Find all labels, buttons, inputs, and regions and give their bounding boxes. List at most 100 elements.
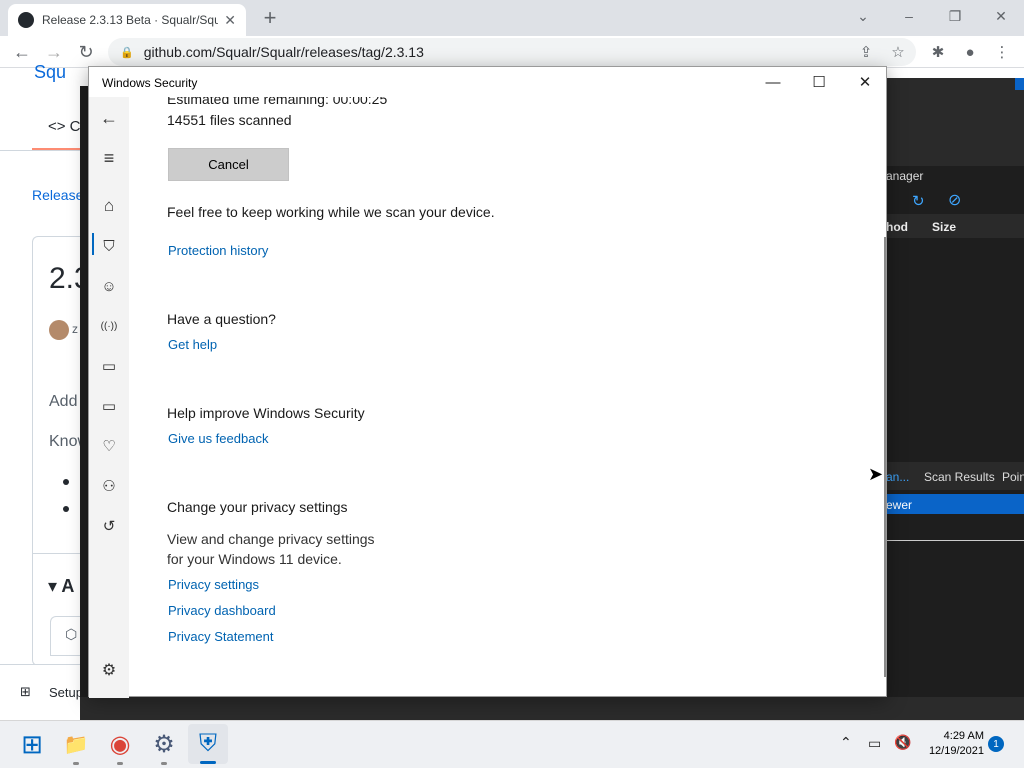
background-app-bottom (80, 697, 1024, 720)
method-column: hod (886, 220, 908, 234)
history-icon[interactable]: ↺ (89, 513, 129, 539)
back-arrow-icon[interactable]: ← (89, 105, 129, 131)
squalr-app-icon[interactable]: ⚙ (148, 728, 180, 760)
estimated-time: Estimated time remaining: 00:00:25 (167, 97, 388, 107)
start-button-icon[interactable]: ⊞ (16, 728, 48, 760)
close-button[interactable]: ✕ (842, 67, 888, 97)
feedback-link[interactable]: Give us feedback (168, 431, 268, 446)
assets-heading[interactable]: ▾ A (48, 576, 74, 597)
cancel-button[interactable]: Cancel (168, 148, 289, 181)
device-security-icon[interactable]: ▭ (89, 393, 129, 419)
settings-gear-icon[interactable]: ⚙ (89, 657, 129, 683)
package-icon: ⬡ (65, 626, 78, 642)
dark-app-header (886, 78, 1024, 166)
avatar (49, 320, 69, 340)
browser-restore-button[interactable]: ❐ (932, 4, 978, 28)
forward-button[interactable]: → (42, 40, 66, 64)
setup-download[interactable]: Setup (49, 685, 83, 700)
privacy-dashboard-link[interactable]: Privacy dashboard (168, 603, 276, 618)
notification-badge[interactable]: 1 (988, 736, 1004, 752)
browser-tab[interactable]: Release 2.3.13 Beta · Squalr/Squa ✕ (8, 4, 246, 36)
shield-icon[interactable]: ⛉ (89, 233, 129, 259)
get-help-link[interactable]: Get help (168, 337, 217, 352)
add-text: Add (49, 393, 78, 410)
improve-heading: Help improve Windows Security (167, 405, 365, 421)
browser-menu-icon[interactable]: ⋮ (990, 40, 1014, 64)
extensions-icon[interactable]: ✱ (926, 40, 950, 64)
nav-rail: ← ≡ ⌂ ⛉ ☺ ((·)) ▭ ▭ ♡ ⚇ ↺ ⚙ (89, 97, 129, 698)
bullet (63, 479, 69, 485)
new-tab-button[interactable]: + (256, 4, 284, 32)
releases-link[interactable]: Release (32, 187, 83, 203)
device-health-icon[interactable]: ♡ (89, 433, 129, 459)
home-icon[interactable]: ⌂ (89, 193, 129, 219)
window-title: Windows Security (102, 76, 198, 90)
chrome-icon[interactable]: ◉ (104, 728, 136, 760)
minimize-button[interactable]: — (750, 67, 796, 97)
privacy-desc-line2: for your Windows 11 device. (167, 551, 342, 567)
scan-tab[interactable]: an... (886, 470, 909, 484)
files-scanned: 14551 files scanned (167, 112, 292, 128)
scan-results-tab[interactable]: Scan Results (924, 470, 995, 484)
windows-security-icon[interactable]: ⛨ (192, 728, 224, 760)
mouse-cursor-icon: ➤ (868, 464, 884, 484)
account-icon[interactable]: ☺ (89, 273, 129, 299)
share-icon[interactable]: ⇪ (854, 40, 878, 64)
bookmark-star-icon[interactable]: ☆ (886, 40, 910, 64)
repo-name[interactable]: Squ (34, 62, 66, 83)
browser-minimize-button[interactable]: – (886, 4, 932, 28)
running-indicator (117, 762, 123, 765)
viewer-label: ewer (886, 498, 913, 512)
question-heading: Have a question? (167, 311, 276, 327)
process-manager-label: anager (886, 169, 924, 183)
running-indicator (161, 762, 167, 765)
active-indicator (200, 761, 216, 764)
address-bar[interactable]: 🔒 github.com/Squalr/Squalr/releases/tag/… (108, 38, 916, 66)
dark-app-accent (1015, 78, 1024, 90)
protection-history-link[interactable]: Protection history (168, 243, 268, 258)
volume-muted-icon[interactable]: 🔇 (894, 734, 911, 751)
privacy-statement-link[interactable]: Privacy Statement (168, 629, 274, 644)
code-tab[interactable]: <> C (48, 118, 81, 135)
size-column: Size (932, 220, 957, 234)
dark-divider (886, 540, 1024, 541)
tray-chevron-icon[interactable]: ⌃ (840, 734, 852, 751)
running-indicator (73, 762, 79, 765)
time: 4:29 AM (943, 730, 984, 742)
privacy-settings-link[interactable]: Privacy settings (168, 577, 259, 592)
hamburger-menu-icon[interactable]: ≡ (89, 145, 129, 171)
disable-icon[interactable]: ⊘ (948, 190, 961, 210)
background-app-edge (80, 86, 88, 720)
keep-working-text: Feel free to keep working while we scan … (167, 204, 495, 220)
content-pane: Estimated time remaining: 00:00:25 14551… (129, 97, 888, 698)
tab-search-icon[interactable]: ⌄ (840, 4, 886, 28)
divider (0, 150, 90, 151)
author-name[interactable]: z (72, 322, 78, 336)
tab-close-icon[interactable]: ✕ (224, 12, 236, 29)
network-icon[interactable]: ((·)) (89, 313, 129, 339)
privacy-heading: Change your privacy settings (167, 499, 348, 515)
back-button[interactable]: ← (10, 40, 34, 64)
clock[interactable]: 4:29 AM 12/19/2021 (916, 729, 984, 759)
network-tray-icon[interactable]: ▭ (868, 735, 881, 752)
file-explorer-icon[interactable]: 📁 (60, 728, 92, 760)
github-icon (18, 12, 34, 28)
app-browser-icon[interactable]: ▭ (89, 353, 129, 379)
privacy-desc-line1: View and change privacy settings (167, 531, 375, 547)
lock-icon: 🔒 (120, 46, 134, 59)
setup-file-icon: ⊞ (20, 684, 31, 699)
refresh-icon[interactable]: ↻ (912, 192, 925, 210)
profile-icon[interactable]: ● (958, 40, 982, 64)
url-text: github.com/Squalr/Squalr/releases/tag/2.… (143, 44, 424, 60)
reload-button[interactable]: ↻ (74, 40, 98, 64)
nav-selection-indicator (92, 233, 94, 255)
browser-close-button[interactable]: ✕ (978, 4, 1024, 28)
bullet (63, 506, 69, 512)
pointer-tab[interactable]: Poin (1002, 470, 1024, 484)
windows-security-window: Windows Security — ☐ ✕ ← ≡ ⌂ ⛉ ☺ ((·)) ▭… (88, 66, 888, 698)
maximize-button[interactable]: ☐ (796, 67, 842, 97)
date: 12/19/2021 (928, 745, 984, 757)
scrollbar[interactable] (884, 237, 886, 677)
tab-title: Release 2.3.13 Beta · Squalr/Squa (42, 13, 219, 27)
family-options-icon[interactable]: ⚇ (89, 473, 129, 499)
